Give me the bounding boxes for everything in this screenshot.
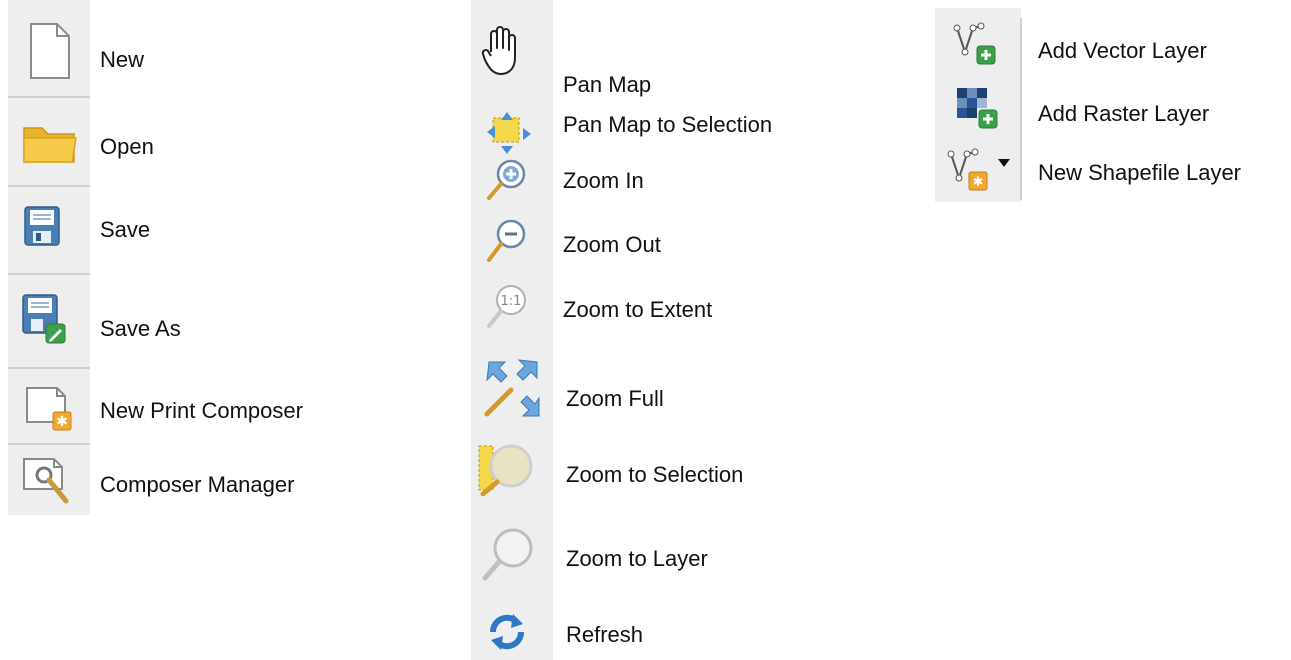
refresh-label: Refresh bbox=[566, 622, 644, 647]
add-vector-layer-button[interactable] bbox=[935, 14, 1019, 76]
save-label: Save bbox=[100, 217, 151, 242]
zoom-full-icon bbox=[484, 359, 540, 417]
zoom-to-selection-icon bbox=[478, 444, 533, 496]
save-icon bbox=[24, 206, 60, 246]
chevron-down-icon[interactable] bbox=[997, 158, 1011, 168]
zoom-to-extent-button[interactable]: 1:1 bbox=[471, 280, 553, 332]
composer-manager-icon bbox=[23, 458, 69, 504]
zoom-to-layer-label: Zoom to Layer bbox=[566, 546, 708, 571]
add-raster-layer-button[interactable] bbox=[935, 78, 1019, 138]
hand-pan-icon bbox=[481, 26, 516, 75]
zoom-actual-size-icon: 1:1 bbox=[487, 285, 526, 328]
zoom-full-label: Zoom Full bbox=[566, 386, 664, 411]
toolbar-separator bbox=[8, 185, 90, 187]
new-print-composer-button[interactable]: ✱ bbox=[8, 372, 90, 438]
save-button[interactable] bbox=[8, 192, 90, 268]
new-shapefile-layer-button[interactable]: ✱ bbox=[935, 140, 1019, 200]
zoom-in-icon bbox=[487, 159, 526, 200]
svg-text:1:1: 1:1 bbox=[501, 294, 522, 309]
open-button[interactable] bbox=[8, 104, 90, 180]
new-print-composer-label: New Print Composer bbox=[100, 398, 303, 423]
zoom-full-button[interactable] bbox=[471, 348, 553, 428]
zoom-out-button[interactable] bbox=[471, 216, 553, 266]
zoom-to-layer-icon bbox=[482, 528, 533, 581]
new-file-icon bbox=[30, 23, 70, 79]
pan-map-to-selection-button[interactable] bbox=[471, 110, 553, 160]
toolbar-separator bbox=[1020, 18, 1022, 200]
refresh-icon bbox=[489, 614, 525, 650]
new-button[interactable] bbox=[8, 14, 90, 92]
composer-manager-button[interactable] bbox=[8, 447, 90, 515]
new-label: New bbox=[100, 47, 145, 72]
pan-map-to-selection-label: Pan Map to Selection bbox=[563, 112, 773, 137]
pan-map-label: Pan Map bbox=[563, 72, 652, 97]
new-print-composer-icon: ✱ bbox=[26, 387, 72, 431]
toolbar-separator bbox=[8, 273, 90, 275]
zoom-to-selection-label: Zoom to Selection bbox=[566, 462, 744, 487]
zoom-in-label: Zoom In bbox=[563, 168, 644, 193]
folder-icon bbox=[23, 127, 77, 163]
svg-text:✱: ✱ bbox=[973, 175, 984, 190]
open-label: Open bbox=[100, 134, 154, 159]
refresh-button[interactable] bbox=[471, 602, 553, 660]
toolbar-separator bbox=[8, 367, 90, 369]
zoom-out-label: Zoom Out bbox=[563, 232, 661, 257]
zoom-to-extent-label: Zoom to Extent bbox=[563, 297, 713, 322]
zoom-in-button[interactable] bbox=[471, 158, 553, 204]
add-vector-layer-icon bbox=[953, 22, 996, 65]
zoom-to-selection-button[interactable] bbox=[471, 430, 553, 510]
toolbar-separator bbox=[8, 96, 90, 98]
pan-map-button[interactable] bbox=[471, 4, 553, 108]
add-raster-layer-icon bbox=[957, 88, 998, 129]
save-as-icon bbox=[22, 294, 66, 344]
pan-to-selection-icon bbox=[487, 112, 531, 154]
toolbar-separator bbox=[8, 443, 90, 445]
zoom-out-icon bbox=[487, 219, 526, 262]
add-raster-layer-label: Add Raster Layer bbox=[1038, 101, 1210, 126]
add-vector-layer-label: Add Vector Layer bbox=[1038, 38, 1207, 63]
svg-text:✱: ✱ bbox=[56, 414, 68, 430]
new-shapefile-layer-label: New Shapefile Layer bbox=[1038, 160, 1242, 185]
zoom-to-layer-button[interactable] bbox=[471, 520, 553, 590]
composer-manager-label: Composer Manager bbox=[100, 472, 295, 497]
save-as-label: Save As bbox=[100, 316, 181, 341]
save-as-button[interactable] bbox=[8, 280, 90, 362]
new-shapefile-layer-icon: ✱ bbox=[947, 148, 988, 191]
